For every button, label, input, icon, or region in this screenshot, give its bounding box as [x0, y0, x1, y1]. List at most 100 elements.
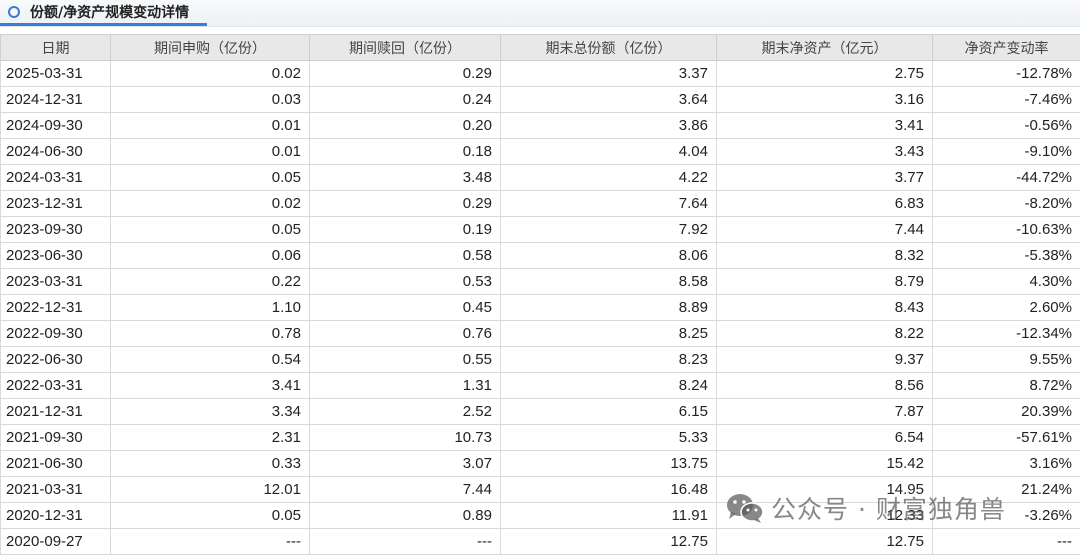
- cell-redemption: 0.53: [310, 269, 501, 295]
- table-row: 2023-06-300.060.588.068.32-5.38%: [1, 243, 1080, 269]
- cell-date: 2022-12-31: [1, 295, 111, 321]
- cell-redemption: 0.29: [310, 191, 501, 217]
- section-tab[interactable]: 份额/净资产规模变动详情: [0, 0, 207, 26]
- cell-change-rate: -5.38%: [933, 243, 1080, 269]
- cell-net-assets: 7.87: [717, 399, 933, 425]
- cell-redemption: 3.07: [310, 451, 501, 477]
- cell-total-shares: 7.64: [501, 191, 717, 217]
- cell-change-rate: -57.61%: [933, 425, 1080, 451]
- col-header-date[interactable]: 日期: [1, 35, 111, 61]
- col-header-total-shares[interactable]: 期末总份额（亿份）: [501, 35, 717, 61]
- cell-redemption: 0.76: [310, 321, 501, 347]
- cell-date: 2023-06-30: [1, 243, 111, 269]
- cell-total-shares: 4.22: [501, 165, 717, 191]
- cell-change-rate: 8.72%: [933, 373, 1080, 399]
- cell-change-rate: -12.34%: [933, 321, 1080, 347]
- cell-total-shares: 4.04: [501, 139, 717, 165]
- cell-net-assets: 8.43: [717, 295, 933, 321]
- cell-total-shares: 8.25: [501, 321, 717, 347]
- col-header-net-assets[interactable]: 期末净资产（亿元）: [717, 35, 933, 61]
- cell-redemption: 0.24: [310, 87, 501, 113]
- cell-net-assets: 8.22: [717, 321, 933, 347]
- cell-total-shares: 5.33: [501, 425, 717, 451]
- table-row: 2024-06-300.010.184.043.43-9.10%: [1, 139, 1080, 165]
- cell-redemption: 3.48: [310, 165, 501, 191]
- table-row: 2021-03-3112.017.4416.4814.9521.24%: [1, 477, 1080, 503]
- cell-total-shares: 8.06: [501, 243, 717, 269]
- cell-total-shares: 8.23: [501, 347, 717, 373]
- cell-subscription: 0.02: [111, 191, 310, 217]
- cell-date: 2021-06-30: [1, 451, 111, 477]
- cell-date: 2022-03-31: [1, 373, 111, 399]
- cell-date: 2023-09-30: [1, 217, 111, 243]
- cell-total-shares: 3.64: [501, 87, 717, 113]
- cell-net-assets: 2.75: [717, 61, 933, 87]
- cell-change-rate: -8.20%: [933, 191, 1080, 217]
- cell-net-assets: 14.95: [717, 477, 933, 503]
- cell-date: 2020-12-31: [1, 503, 111, 529]
- cell-subscription: 0.05: [111, 503, 310, 529]
- cell-change-rate: 20.39%: [933, 399, 1080, 425]
- cell-subscription: 0.01: [111, 139, 310, 165]
- cell-subscription: 0.05: [111, 217, 310, 243]
- cell-date: 2021-09-30: [1, 425, 111, 451]
- cell-net-assets: 8.79: [717, 269, 933, 295]
- cell-total-shares: 8.89: [501, 295, 717, 321]
- cell-date: 2022-09-30: [1, 321, 111, 347]
- cell-subscription: 0.01: [111, 113, 310, 139]
- table-row: 2023-03-310.220.538.588.794.30%: [1, 269, 1080, 295]
- cell-total-shares: 13.75: [501, 451, 717, 477]
- cell-total-shares: 8.58: [501, 269, 717, 295]
- cell-subscription: 0.78: [111, 321, 310, 347]
- cell-redemption: 0.29: [310, 61, 501, 87]
- cell-change-rate: 4.30%: [933, 269, 1080, 295]
- table-row: 2025-03-310.020.293.372.75-12.78%: [1, 61, 1080, 87]
- cell-total-shares: 3.37: [501, 61, 717, 87]
- section-header: 份额/净资产规模变动详情: [0, 0, 1080, 27]
- cell-total-shares: 8.24: [501, 373, 717, 399]
- table-row: 2022-03-313.411.318.248.568.72%: [1, 373, 1080, 399]
- cell-redemption: 7.44: [310, 477, 501, 503]
- table-body: 2025-03-310.020.293.372.75-12.78%2024-12…: [1, 61, 1080, 555]
- cell-date: 2024-12-31: [1, 87, 111, 113]
- cell-date: 2024-06-30: [1, 139, 111, 165]
- cell-net-assets: 12.33: [717, 503, 933, 529]
- col-header-redemption[interactable]: 期间赎回（亿份）: [310, 35, 501, 61]
- cell-change-rate: -7.46%: [933, 87, 1080, 113]
- cell-total-shares: 6.15: [501, 399, 717, 425]
- table-row: 2022-09-300.780.768.258.22-12.34%: [1, 321, 1080, 347]
- cell-redemption: 0.55: [310, 347, 501, 373]
- cell-date: 2024-09-30: [1, 113, 111, 139]
- cell-subscription: 3.41: [111, 373, 310, 399]
- cell-date: 2022-06-30: [1, 347, 111, 373]
- col-header-subscription[interactable]: 期间申购（亿份）: [111, 35, 310, 61]
- cell-net-assets: 8.56: [717, 373, 933, 399]
- cell-net-assets: 3.77: [717, 165, 933, 191]
- cell-redemption: 2.52: [310, 399, 501, 425]
- cell-total-shares: 11.91: [501, 503, 717, 529]
- cell-subscription: 0.33: [111, 451, 310, 477]
- cell-subscription: 3.34: [111, 399, 310, 425]
- cell-subscription: 0.06: [111, 243, 310, 269]
- fund-scale-table: 日期 期间申购（亿份） 期间赎回（亿份） 期末总份额（亿份） 期末净资产（亿元）…: [0, 34, 1080, 555]
- cell-change-rate: 9.55%: [933, 347, 1080, 373]
- cell-change-rate: 3.16%: [933, 451, 1080, 477]
- table-row: 2021-06-300.333.0713.7515.423.16%: [1, 451, 1080, 477]
- circle-icon: [8, 6, 20, 18]
- cell-subscription: 0.22: [111, 269, 310, 295]
- cell-redemption: 0.58: [310, 243, 501, 269]
- col-header-change-rate[interactable]: 净资产变动率: [933, 35, 1080, 61]
- cell-date: 2024-03-31: [1, 165, 111, 191]
- cell-redemption: 0.18: [310, 139, 501, 165]
- cell-net-assets: 3.43: [717, 139, 933, 165]
- cell-subscription: 12.01: [111, 477, 310, 503]
- cell-subscription: 0.03: [111, 87, 310, 113]
- cell-redemption: 10.73: [310, 425, 501, 451]
- cell-subscription: 0.05: [111, 165, 310, 191]
- table-row: 2024-12-310.030.243.643.16-7.46%: [1, 87, 1080, 113]
- cell-net-assets: 3.41: [717, 113, 933, 139]
- table-row: 2022-06-300.540.558.239.379.55%: [1, 347, 1080, 373]
- cell-total-shares: 7.92: [501, 217, 717, 243]
- cell-net-assets: 8.32: [717, 243, 933, 269]
- table-row: 2022-12-311.100.458.898.432.60%: [1, 295, 1080, 321]
